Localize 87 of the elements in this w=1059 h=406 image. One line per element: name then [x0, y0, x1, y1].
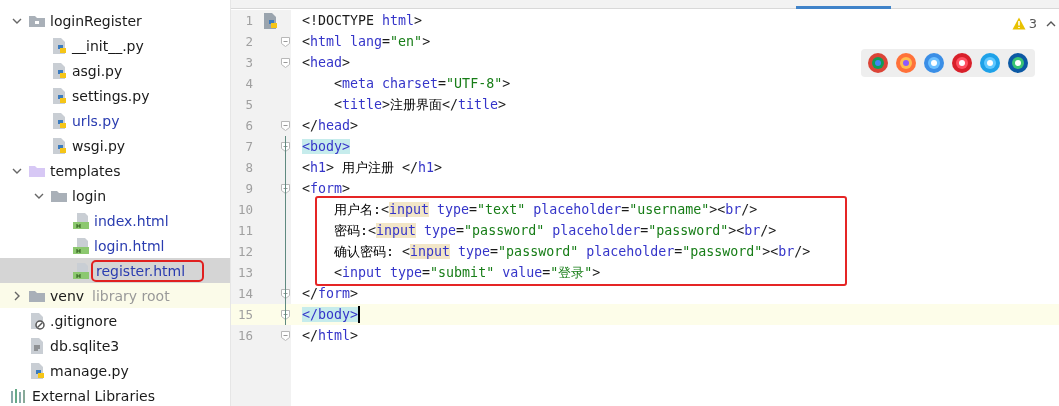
html-file-icon — [72, 211, 90, 230]
browser-icon[interactable] — [951, 52, 973, 74]
tree-item[interactable]: templates — [0, 158, 230, 183]
code-line: </form> — [302, 285, 359, 303]
python-file-icon — [28, 361, 46, 380]
browser-icon[interactable] — [895, 52, 917, 74]
line-number: 1 — [244, 13, 253, 28]
browser-icon[interactable] — [923, 52, 945, 74]
tree-item[interactable]: settings.py — [0, 83, 230, 108]
tree-item[interactable]: wsgi.py — [0, 133, 230, 158]
tree-item[interactable]: urls.py — [0, 108, 230, 133]
file-name: venv — [50, 287, 85, 304]
python-file-icon — [50, 136, 68, 155]
tree-item[interactable]: External Libraries — [0, 383, 230, 406]
file-name: login.html — [94, 237, 165, 254]
file-name: register.html — [94, 262, 202, 279]
tree-item[interactable]: db.sqlite3 — [0, 333, 230, 358]
tree-item[interactable]: loginRegister — [0, 8, 230, 33]
file-name: login — [72, 187, 107, 204]
file-name: manage.py — [50, 362, 129, 379]
fold-marker-icon[interactable] — [281, 57, 290, 68]
python-file-icon — [261, 11, 279, 30]
code-line: <input type="submit" value="登录"> — [334, 263, 601, 282]
code-line: 用户名:<input type="text" placeholder="username"><br/> — [334, 200, 758, 219]
line-number: 3 — [244, 55, 253, 70]
line-number: 7 — [244, 139, 253, 154]
library-icon — [10, 386, 28, 405]
file-name: __init__.py — [72, 37, 144, 54]
line-number: 11 — [236, 223, 253, 238]
fold-marker-icon[interactable] — [281, 330, 290, 341]
text-file-icon — [28, 336, 46, 355]
file-name: urls.py — [72, 112, 120, 129]
code-line: <html lang="en"> — [302, 33, 431, 51]
code-line: <h1> 用户注册 </h1> — [302, 158, 443, 177]
code-line: </head> — [302, 117, 359, 135]
tree-item[interactable]: __init__.py — [0, 33, 230, 58]
tree-item[interactable]: asgi.py — [0, 58, 230, 83]
python-file-icon — [50, 36, 68, 55]
file-name: templates — [50, 162, 121, 179]
line-number: 6 — [244, 118, 253, 133]
code-line: <title>注册界面</title> — [334, 95, 507, 114]
line-number: 12 — [236, 244, 253, 259]
python-file-icon — [50, 61, 68, 80]
code-line: <!DOCTYPE html> — [302, 12, 423, 30]
file-name: index.html — [94, 212, 169, 229]
fold-marker-icon[interactable] — [281, 36, 290, 47]
text-cursor — [358, 306, 361, 323]
tree-item[interactable]: index.html — [0, 208, 230, 233]
fold-marker-icon[interactable] — [281, 120, 290, 131]
code-line: 确认密码: <input type="password" placeholder="password"><br/> — [334, 242, 811, 261]
library-root-label: library root — [92, 287, 170, 304]
code-line: </html> — [302, 327, 359, 345]
python-file-icon — [50, 111, 68, 130]
file-name: External Libraries — [32, 387, 155, 404]
file-name: wsgi.py — [72, 137, 126, 154]
browser-icon[interactable] — [1007, 52, 1029, 74]
line-number: 16 — [236, 328, 253, 343]
code-line: 密码:<input type="password" placeholder="password"><br/> — [334, 221, 777, 240]
code-line: <meta charset="UTF-8"> — [334, 75, 511, 93]
file-name: asgi.py — [72, 62, 123, 79]
code-line: <head> — [302, 54, 351, 72]
line-number: 5 — [244, 97, 253, 112]
tree-item[interactable]: login — [0, 183, 230, 208]
code-line: <form> — [302, 180, 351, 198]
line-number: 2 — [244, 34, 253, 49]
html-file-icon — [72, 236, 90, 255]
python-file-icon — [50, 86, 68, 105]
file-name: loginRegister — [50, 12, 142, 29]
tree-item[interactable]: manage.py — [0, 358, 230, 383]
line-number: 15 — [236, 307, 253, 322]
line-number: 10 — [236, 202, 253, 217]
file-name: .gitignore — [50, 312, 117, 329]
line-number: 14 — [236, 286, 253, 301]
html-file-icon — [72, 261, 90, 280]
file-name: settings.py — [72, 87, 150, 104]
warning-count[interactable]: 3 — [1028, 16, 1037, 31]
file-name: db.sqlite3 — [50, 337, 120, 354]
browser-icon[interactable] — [867, 52, 889, 74]
ignored-file-icon — [28, 311, 46, 330]
tree-item[interactable]: register.html — [0, 258, 230, 283]
tree-item[interactable]: login.html — [0, 233, 230, 258]
line-number: 13 — [236, 265, 253, 280]
line-number: 4 — [244, 76, 253, 91]
tree-item[interactable]: .gitignore — [0, 308, 230, 333]
line-number: 9 — [244, 181, 253, 196]
line-number: 8 — [244, 160, 253, 175]
tree-item[interactable]: venv library root — [0, 283, 230, 308]
